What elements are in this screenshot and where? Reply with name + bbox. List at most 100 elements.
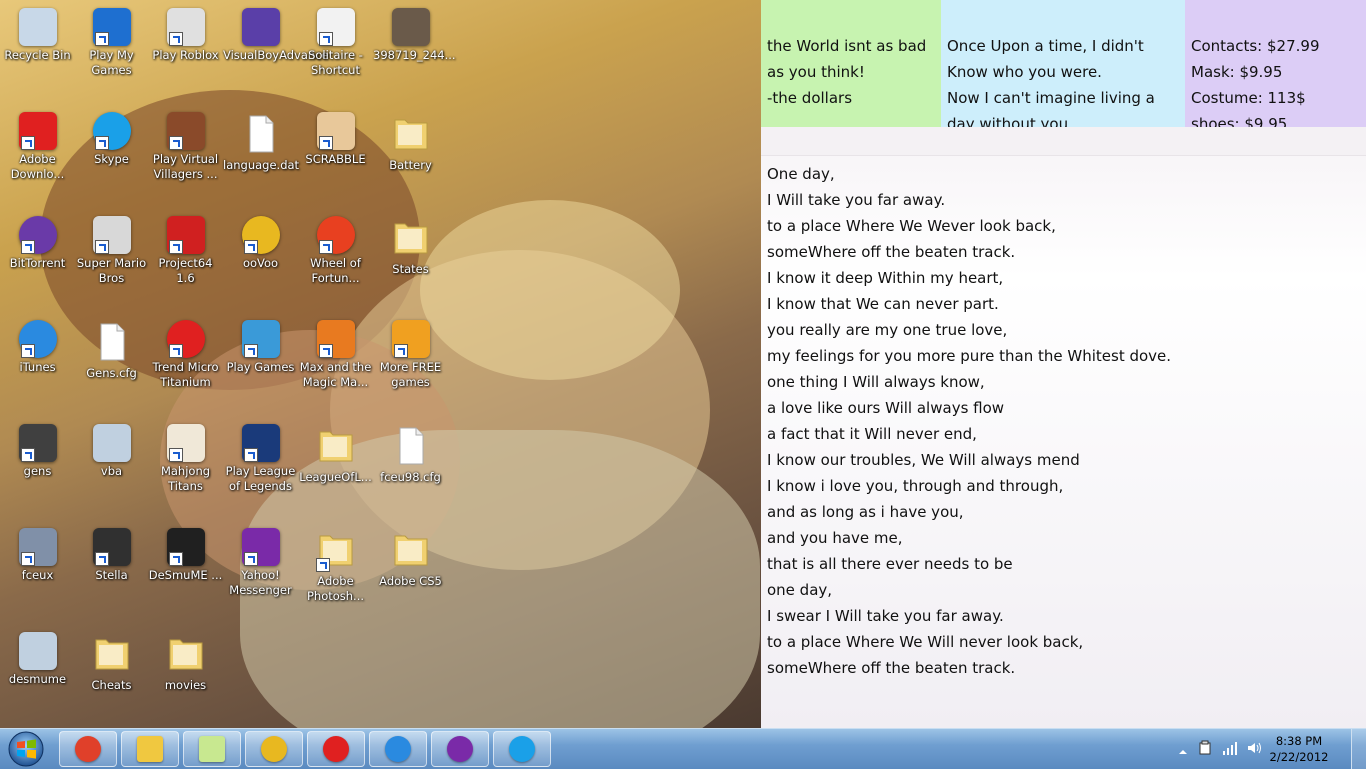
start-button[interactable] xyxy=(4,730,48,768)
desktop-icon-label: Trend Micro Titanium xyxy=(152,360,219,389)
desktop-icon[interactable]: Adobe Photosh... xyxy=(298,524,373,624)
desktop-icon[interactable]: fceu98.cfg xyxy=(373,420,448,520)
desktop-icon[interactable]: Recycle Bin xyxy=(0,4,75,104)
sticky-note-purple[interactable]: Contacts: $27.99 Mask: $9.95 Costume: 11… xyxy=(1185,0,1366,127)
trendmicro-icon xyxy=(323,736,349,762)
note-line: I know our troubles, We Will always mend xyxy=(767,451,1080,469)
taskbar-button[interactable] xyxy=(59,731,117,767)
desktop-icon[interactable]: Yahoo! Messenger xyxy=(223,524,298,624)
desktop-icon[interactable]: More FREE games xyxy=(373,316,448,416)
note-line: One day, xyxy=(767,165,835,183)
desktop-icon[interactable]: States xyxy=(373,212,448,312)
photo-thumbnail-icon xyxy=(391,8,430,46)
shortcut-arrow-icon xyxy=(168,136,183,150)
desktop-icon[interactable]: Super Mario Bros xyxy=(74,212,149,312)
action-center-icon[interactable] xyxy=(1198,740,1212,756)
shortcut-arrow-icon xyxy=(243,344,258,358)
sticky-note-title-bar[interactable] xyxy=(761,127,1366,156)
taskbar-button[interactable] xyxy=(431,731,489,767)
taskbar-button[interactable] xyxy=(183,731,241,767)
sticky-note-white[interactable]: One day, I Will take you far away. to a pl… xyxy=(761,127,1366,728)
recycle-bin-icon xyxy=(18,8,57,46)
clock[interactable]: 8:38 PM 2/22/2012 xyxy=(1264,733,1334,765)
taskbar-button[interactable] xyxy=(493,731,551,767)
desktop-icon[interactable]: VisualBoyAdvance xyxy=(223,4,329,104)
desktop-icon-label: Project64 1.6 xyxy=(158,256,213,285)
shortcut-arrow-icon xyxy=(20,136,35,150)
desktop-icon[interactable]: Trend Micro Titanium xyxy=(148,316,223,416)
desktop-icon-label: fceu98.cfg xyxy=(380,470,441,484)
desktop-icon[interactable]: Battery xyxy=(373,108,448,208)
desktop-icon[interactable]: Stella xyxy=(74,524,149,624)
desktop-icon[interactable]: Max and the Magic Ma... xyxy=(298,316,373,416)
sticky-note-green[interactable]: the World isnt as bad as you think! -the… xyxy=(761,0,941,127)
desktop-icon[interactable]: LeagueOfL... xyxy=(298,420,373,520)
show-hidden-icon[interactable] xyxy=(1178,742,1188,754)
sticky-notes-icon xyxy=(199,736,225,762)
desktop-icon[interactable]: Play Virtual Villagers ... xyxy=(148,108,223,208)
note-line: I know i love you, through and through, xyxy=(767,477,1064,495)
desktop-icon[interactable]: SCRABBLE xyxy=(298,108,373,208)
desktop-icon-label: BitTorrent xyxy=(9,256,66,270)
desktop-icon[interactable]: Project64 1.6 xyxy=(148,212,223,312)
sticky-line: shoes: $9.95 xyxy=(1191,115,1288,127)
desktop-icon-label: iTunes xyxy=(19,360,56,374)
desktop-icon[interactable]: vba xyxy=(74,420,149,520)
gameboy-icon xyxy=(241,8,280,46)
oovoo-icon xyxy=(261,736,287,762)
desktop-icon[interactable]: gens xyxy=(0,420,75,520)
windows-start-icon xyxy=(8,731,44,767)
desktop-icon-label: Super Mario Bros xyxy=(76,256,147,285)
sticky-line: Know who you were. xyxy=(947,63,1102,81)
desktop-icon-label: VisualBoyAdvance xyxy=(223,48,329,62)
desktop-icon[interactable]: BitTorrent xyxy=(0,212,75,312)
desktop-icon[interactable]: Play Roblox xyxy=(148,4,223,104)
desktop-icon[interactable]: 398719_244... xyxy=(373,4,456,104)
desktop-icon[interactable]: desmume xyxy=(0,628,75,728)
file-icon xyxy=(389,424,433,468)
desktop-icon-label: language.dat xyxy=(223,158,300,172)
desktop-icon[interactable]: Solitaire - Shortcut xyxy=(298,4,373,104)
taskbar-button[interactable] xyxy=(369,731,427,767)
oovoo-icon xyxy=(241,216,280,254)
desktop-icon[interactable]: language.dat xyxy=(223,108,300,208)
desktop-icon[interactable]: DeSmuME ... xyxy=(148,524,223,624)
desktop-icon[interactable]: Adobe CS5 xyxy=(373,524,448,624)
show-desktop-button[interactable] xyxy=(1351,729,1366,769)
file-icon xyxy=(239,112,283,156)
desktop-icon[interactable]: iTunes xyxy=(0,316,75,416)
desktop-icon[interactable]: Mahjong Titans xyxy=(148,420,223,520)
shortcut-arrow-icon xyxy=(318,240,333,254)
desktop-icon[interactable]: fceux xyxy=(0,524,75,624)
volume-icon[interactable] xyxy=(1246,740,1262,756)
desktop-icon-label: Adobe Photosh... xyxy=(306,574,365,603)
desktop-icon[interactable]: Cheats xyxy=(74,628,149,728)
shortcut-arrow-icon xyxy=(168,32,183,46)
scrabble-icon xyxy=(316,112,355,150)
desktop-icon[interactable]: Wheel of Fortun... xyxy=(298,212,373,312)
desktop-icon[interactable]: ooVoo xyxy=(223,212,298,312)
desktop-icon-label: Adobe Downlo... xyxy=(10,152,65,181)
desktop-icon[interactable]: Play My Games xyxy=(74,4,149,104)
sticky-note-text[interactable]: One day, I Will take you far away. to a pl… xyxy=(761,156,1366,686)
desktop-icon[interactable]: movies xyxy=(148,628,223,728)
desktop-icon-label: desmume xyxy=(8,672,67,686)
taskbar-button[interactable] xyxy=(121,731,179,767)
desktop-icon-area: Recycle Bin Play My Games Play Roblox Visua… xyxy=(0,0,761,728)
taskbar-button[interactable] xyxy=(307,731,365,767)
desktop-icon[interactable]: Play League of Legends xyxy=(223,420,298,520)
sticky-line: the World isnt as bad xyxy=(767,37,927,55)
sticky-line: -the dollars xyxy=(767,89,853,107)
desktop-icon-label: More FREE games xyxy=(379,360,442,389)
desktop-icon[interactable]: Skype xyxy=(74,108,149,208)
signal-icon[interactable] xyxy=(1222,740,1238,756)
desktop-icon[interactable]: Play Games xyxy=(223,316,298,416)
adobe-icon xyxy=(18,112,57,150)
desktop-icon[interactable]: Gens.cfg xyxy=(74,316,149,416)
explorer-icon xyxy=(137,736,163,762)
desktop-icon[interactable]: Adobe Downlo... xyxy=(0,108,75,208)
shortcut-arrow-icon xyxy=(94,136,109,150)
note-line: I Will take you far away. xyxy=(767,191,946,209)
taskbar-button[interactable] xyxy=(245,731,303,767)
sticky-note-blue[interactable]: Once Upon a time, I didn't Know who you … xyxy=(941,0,1185,127)
